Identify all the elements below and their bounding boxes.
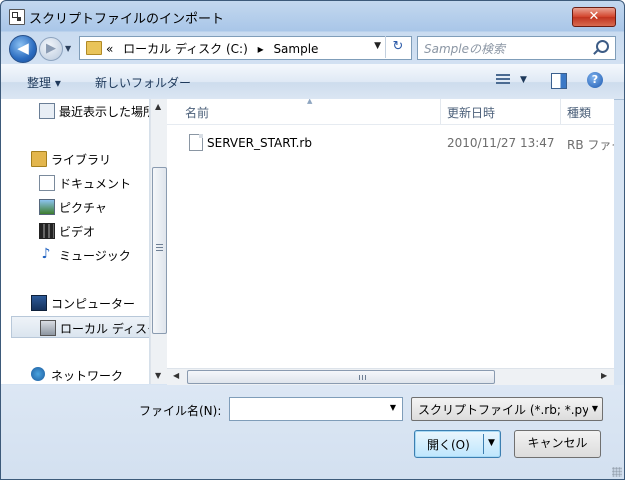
address-dropdown-icon[interactable]: ▼ xyxy=(374,41,381,51)
nav-item-library[interactable]: ライブラリ xyxy=(31,150,149,168)
title-bar[interactable]: スクリプトファイルのインポート ✕ xyxy=(1,1,624,31)
forward-button[interactable]: ▶ xyxy=(39,37,63,61)
refresh-icon[interactable]: ↻ xyxy=(385,36,410,58)
sort-ascending-icon: ▲ xyxy=(307,99,313,105)
column-divider[interactable] xyxy=(560,99,561,124)
preview-pane-icon[interactable] xyxy=(551,73,567,89)
folder-icon xyxy=(86,41,102,55)
filename-field[interactable]: ▼ xyxy=(229,397,403,421)
grip-icon xyxy=(359,375,366,380)
open-button[interactable]: 開く(O) ▼ xyxy=(414,430,501,458)
new-folder-button[interactable]: 新しいフォルダー xyxy=(95,74,191,91)
nav-item-label: 最近表示した場所 xyxy=(59,105,150,119)
navigation-bar: ◀ ▶ ▼ « ローカル ディスク (C:) ▸ Sample ▼ ↻ Samp… xyxy=(1,31,624,63)
search-placeholder: Sampleの検索 xyxy=(424,42,505,56)
nav-item-label: ライブラリ xyxy=(51,153,112,167)
breadcrumb: « ローカル ディスク (C:) ▸ Sample xyxy=(106,40,324,57)
nav-item-label: ピクチャ xyxy=(59,201,107,215)
search-icon[interactable] xyxy=(596,40,609,53)
breadcrumb-item-sample[interactable]: Sample xyxy=(273,42,318,56)
nav-item-computer[interactable]: コンピューター xyxy=(31,294,149,312)
column-name[interactable]: 名前 xyxy=(185,104,209,121)
grip-icon xyxy=(156,244,163,251)
help-icon[interactable]: ? xyxy=(587,72,603,88)
column-type[interactable]: 種類 xyxy=(567,104,591,121)
cancel-button[interactable]: キャンセル xyxy=(514,430,601,458)
nav-item-documents[interactable]: ドキュメント xyxy=(39,174,149,192)
filename-dropdown-icon[interactable]: ▼ xyxy=(390,403,396,412)
file-type-select[interactable]: スクリプトファイル (*.rb; *.py) ▼ xyxy=(411,397,603,421)
nav-item-label: ネットワーク xyxy=(51,369,124,383)
resize-grip-icon[interactable] xyxy=(612,467,622,477)
open-button-label: 開く(O) xyxy=(427,438,470,452)
videos-icon xyxy=(39,223,55,239)
nav-item-label: コンピューター xyxy=(51,297,136,311)
computer-icon xyxy=(31,295,47,311)
dialog-footer: ファイル名(N): ▼ スクリプトファイル (*.rb; *.py) ▼ 開く(… xyxy=(1,385,624,479)
recent-places-icon xyxy=(39,103,55,119)
command-toolbar: 整理 ▾ 新しいフォルダー ▼ ? xyxy=(1,64,624,100)
chevron-down-icon[interactable]: ▼ xyxy=(592,404,598,413)
library-icon xyxy=(31,151,47,167)
recent-pages-dropdown-icon[interactable]: ▼ xyxy=(65,44,71,53)
view-options-icon[interactable] xyxy=(496,74,510,86)
scroll-left-icon[interactable]: ◀ xyxy=(173,371,179,380)
file-modified: 2010/11/27 13:47 xyxy=(447,136,555,150)
nav-pane-scrollbar[interactable]: ▲ ▼ xyxy=(150,99,167,384)
nav-item-recent-places[interactable]: 最近表示した場所 xyxy=(39,102,150,120)
nav-item-label: ビデオ xyxy=(59,225,96,239)
column-header: ▲ 名前 更新日時 種類 xyxy=(167,99,614,125)
nav-item-pictures[interactable]: ピクチャ xyxy=(39,198,149,216)
app-icon xyxy=(9,9,25,25)
nav-item-network[interactable]: ネットワーク xyxy=(31,366,149,384)
scroll-right-icon[interactable]: ▶ xyxy=(601,371,607,380)
filename-label: ファイル名(N): xyxy=(139,404,222,418)
window-title: スクリプトファイルのインポート xyxy=(29,12,225,27)
file-type: RB ファイル xyxy=(567,138,614,152)
nav-item-music[interactable]: ♪ ミュージック xyxy=(39,246,149,264)
navigation-pane: 最近表示した場所 ライブラリ ドキュメント ピクチャ ビデオ ♪ ミュージック … xyxy=(1,99,150,384)
breadcrumb-item-local-disk[interactable]: ローカル ディスク (C:) xyxy=(123,42,248,56)
file-list: ▲ 名前 更新日時 種類 SERVER_START.rb 2010/11/27 … xyxy=(167,99,614,368)
nav-item-label: ドキュメント xyxy=(59,177,132,191)
network-icon xyxy=(31,367,45,381)
open-options-dropdown-icon[interactable]: ▼ xyxy=(488,438,495,448)
file-icon xyxy=(189,134,203,151)
close-button[interactable]: ✕ xyxy=(572,7,616,27)
scroll-down-icon[interactable]: ▼ xyxy=(155,371,161,380)
file-type-value: スクリプトファイル (*.rb; *.py) xyxy=(418,403,588,417)
drive-icon xyxy=(40,320,56,336)
nav-item-videos[interactable]: ビデオ xyxy=(39,222,149,240)
nav-item-local-disk[interactable]: ローカル ディスク xyxy=(11,316,150,338)
music-icon: ♪ xyxy=(41,246,51,262)
address-bar[interactable]: « ローカル ディスク (C:) ▸ Sample ▼ xyxy=(79,36,412,60)
pictures-icon xyxy=(39,199,55,215)
breadcrumb-overflow[interactable]: « xyxy=(106,42,113,56)
column-modified[interactable]: 更新日時 xyxy=(447,104,495,121)
file-list-scrollbar[interactable]: ◀ ▶ xyxy=(167,368,614,385)
scrollbar-thumb[interactable] xyxy=(187,370,495,384)
scrollbar-thumb[interactable] xyxy=(152,167,167,334)
view-dropdown-icon[interactable]: ▼ xyxy=(520,75,527,85)
nav-item-label: ミュージック xyxy=(59,249,131,263)
documents-icon xyxy=(39,175,55,191)
organize-menu[interactable]: 整理 ▾ xyxy=(27,74,61,91)
nav-item-label: ローカル ディスク xyxy=(60,322,150,336)
column-divider[interactable] xyxy=(440,99,441,124)
scroll-up-icon[interactable]: ▲ xyxy=(155,102,161,111)
import-script-dialog: スクリプトファイルのインポート ✕ ◀ ▶ ▼ « ローカル ディスク (C:)… xyxy=(0,0,625,480)
back-button[interactable]: ◀ xyxy=(9,35,37,63)
file-name: SERVER_START.rb xyxy=(207,136,312,150)
breadcrumb-separator-icon[interactable]: ▸ xyxy=(258,42,264,56)
search-input[interactable]: Sampleの検索 xyxy=(417,36,616,60)
split-divider xyxy=(483,434,484,454)
table-row[interactable]: SERVER_START.rb 2010/11/27 13:47 RB ファイル xyxy=(187,134,614,152)
